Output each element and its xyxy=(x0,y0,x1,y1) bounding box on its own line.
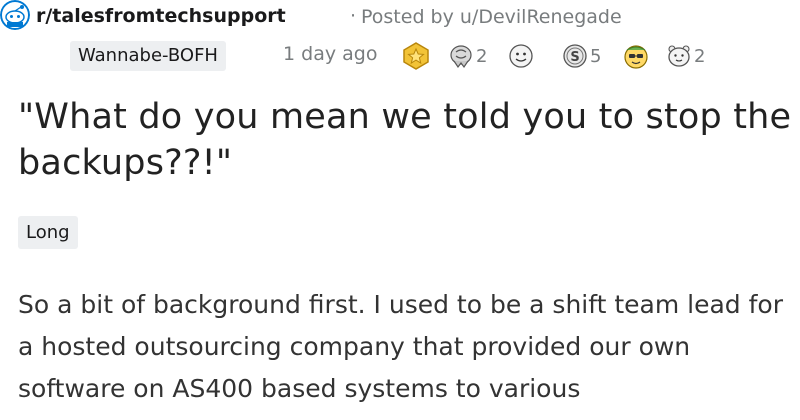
svg-text:S: S xyxy=(570,50,579,65)
subreddit-link[interactable]: r/talesfromtechsupport xyxy=(36,5,286,27)
gold-medal-icon xyxy=(403,42,429,70)
meta-separator: · xyxy=(350,5,357,27)
award-count: 2 xyxy=(694,45,706,67)
post-body-text: So a bit of background first. I used to … xyxy=(18,290,784,403)
award-count: 5 xyxy=(590,45,602,67)
award-gold[interactable] xyxy=(402,42,430,70)
award-count: 2 xyxy=(476,45,488,67)
award-silver[interactable]: 2 xyxy=(448,42,487,70)
silver-award-icon xyxy=(450,45,472,69)
award-cool[interactable] xyxy=(622,42,650,70)
reddit-snoo-icon xyxy=(0,0,30,30)
post-flair[interactable]: Long xyxy=(18,216,78,249)
dollar-coin-icon: S xyxy=(563,44,587,68)
post-body: So a bit of background first. I used to … xyxy=(18,284,788,410)
award-emoji[interactable] xyxy=(508,42,534,70)
post-timestamp[interactable]: 1 day ago xyxy=(283,43,377,65)
award-coin[interactable]: S 5 xyxy=(562,42,601,70)
emoji-face-icon xyxy=(509,44,533,68)
wholesome-icon xyxy=(668,45,690,67)
subreddit-avatar[interactable] xyxy=(0,0,30,30)
cool-emoji-icon xyxy=(624,45,648,69)
user-flair: Wannabe-BOFH xyxy=(70,41,226,71)
award-wholesome[interactable]: 2 xyxy=(666,42,705,70)
posted-by-link[interactable]: Posted by u/DevilRenegade xyxy=(361,6,622,28)
post-title[interactable]: "What do you mean we told you to stop th… xyxy=(18,94,798,186)
